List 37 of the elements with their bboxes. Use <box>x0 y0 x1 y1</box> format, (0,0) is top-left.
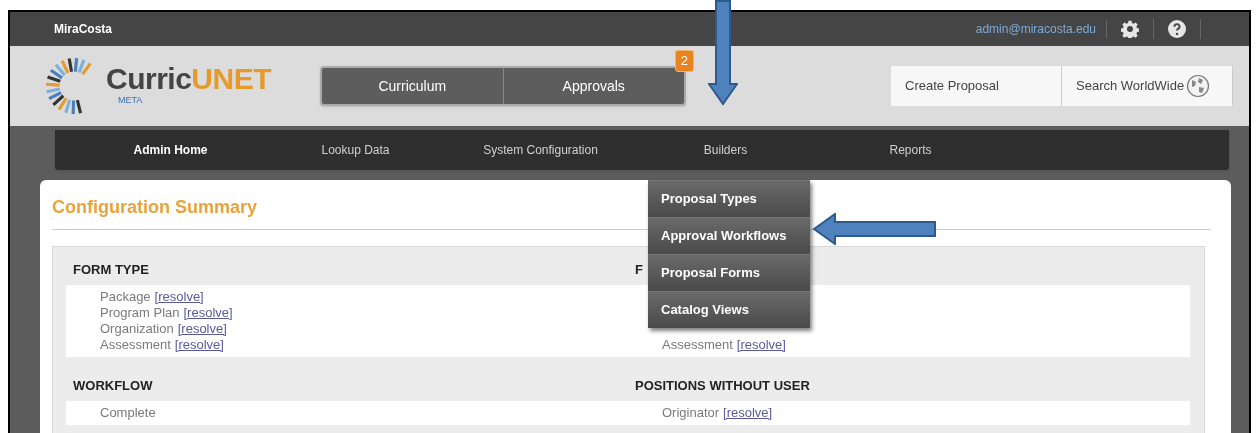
dropdown-item[interactable]: Catalog Views <box>648 291 810 328</box>
item-label: Complete <box>100 405 156 421</box>
module-tab[interactable]: Curriculum <box>322 68 503 104</box>
resolve-link[interactable]: [resolve] <box>183 305 233 321</box>
section-heading: FORM TYPE <box>73 262 149 277</box>
globe-icon <box>1186 74 1211 98</box>
nav-link[interactable]: Builders <box>633 141 818 159</box>
logo-wordmark: CurricUNET <box>106 63 272 95</box>
nav-link[interactable]: Admin Home <box>78 141 263 159</box>
resolve-link[interactable]: [resolve] <box>174 337 224 353</box>
item-label: Organization <box>100 321 174 337</box>
dropdown-item[interactable]: Proposal Forms <box>648 254 810 291</box>
item-label: Assessment <box>100 337 171 353</box>
action-button[interactable]: Create Proposal <box>891 66 1062 106</box>
item-label: Program Plan <box>100 305 180 321</box>
section-heading: POSITIONS WITHOUT USER <box>635 378 810 393</box>
logo-tagline: META <box>117 95 144 105</box>
settings-icon[interactable] <box>1121 20 1139 38</box>
user-email-link[interactable]: admin@miracosta.edu <box>975 20 1107 38</box>
resolve-link[interactable]: [resolve] <box>736 337 786 353</box>
item-label: Originator <box>662 405 720 421</box>
item-label: Package <box>100 289 151 305</box>
nav-link[interactable]: Lookup Data <box>263 141 448 159</box>
item-label: Assessment <box>662 337 733 353</box>
action-button[interactable]: Search WorldWide <box>1062 66 1233 106</box>
nav-link[interactable]: System Configuration <box>448 141 633 159</box>
dropdown-item[interactable]: Proposal Types <box>648 180 810 217</box>
resolve-link[interactable]: [resolve] <box>177 321 227 337</box>
help-icon[interactable] <box>1168 20 1186 38</box>
count-badge: 2 <box>674 50 694 72</box>
nav-link[interactable]: Reports <box>818 141 1003 159</box>
resolve-link[interactable]: [resolve] <box>154 289 204 305</box>
section-heading: WORKFLOW <box>73 378 153 393</box>
section-heading: F <box>635 262 643 277</box>
dropdown-item[interactable]: Approval Workflows <box>648 217 810 254</box>
site-name: MiraCosta <box>54 21 112 38</box>
resolve-link[interactable]: [resolve] <box>723 405 773 421</box>
